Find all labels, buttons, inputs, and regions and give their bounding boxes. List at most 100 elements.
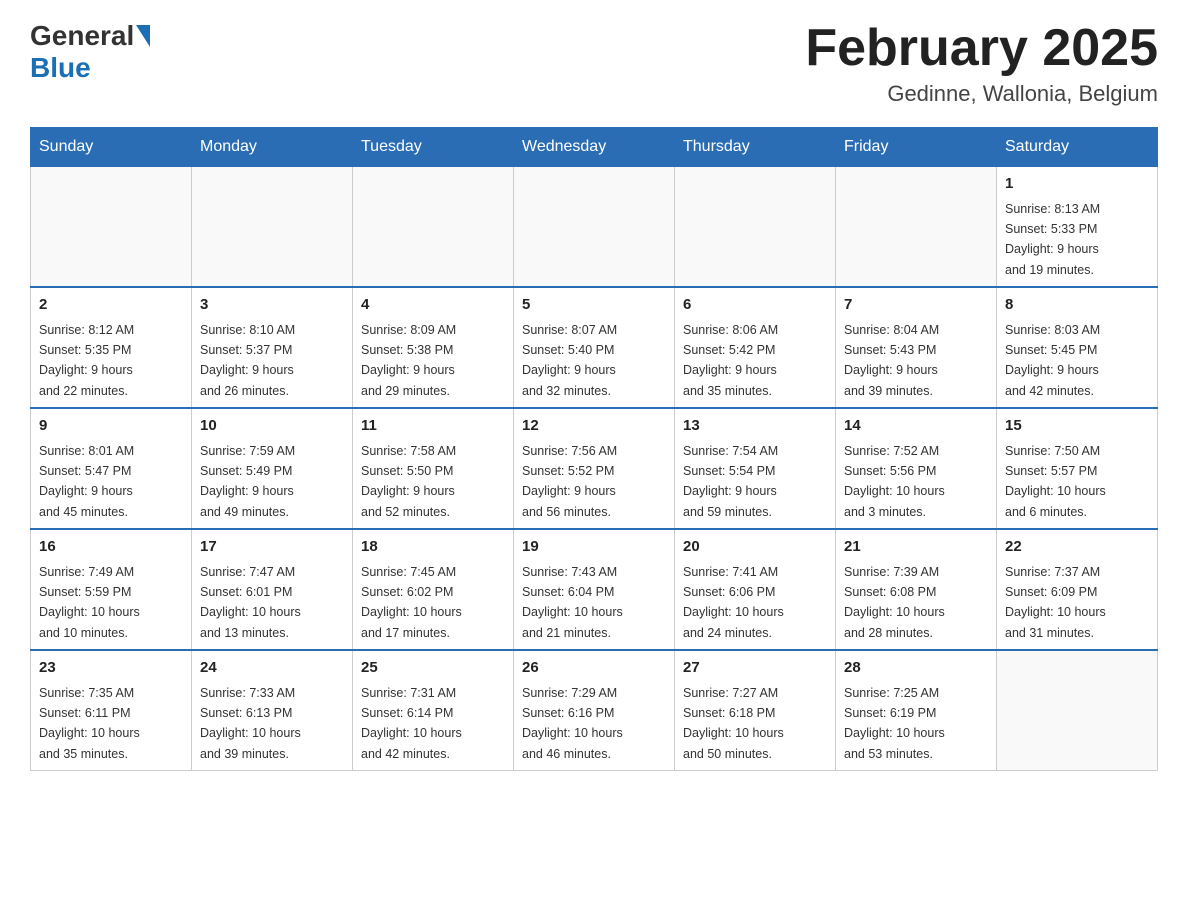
weekday-header-monday: Monday — [192, 128, 353, 167]
day-info: Sunrise: 7:31 AM Sunset: 6:14 PM Dayligh… — [361, 686, 462, 761]
week-row-5: 23 Sunrise: 7:35 AM Sunset: 6:11 PM Dayli… — [31, 650, 1158, 771]
weekday-header-wednesday: Wednesday — [514, 128, 675, 167]
day-info: Sunrise: 8:01 AM Sunset: 5:47 PM Dayligh… — [39, 444, 134, 519]
day-number: 27 — [683, 657, 827, 680]
day-info: Sunrise: 8:10 AM Sunset: 5:37 PM Dayligh… — [200, 323, 295, 398]
calendar-cell — [675, 167, 836, 288]
calendar-cell: 3 Sunrise: 8:10 AM Sunset: 5:37 PM Daylig… — [192, 287, 353, 408]
logo-blue-text: Blue — [30, 52, 91, 84]
week-row-4: 16 Sunrise: 7:49 AM Sunset: 5:59 PM Dayli… — [31, 529, 1158, 650]
day-info: Sunrise: 7:41 AM Sunset: 6:06 PM Dayligh… — [683, 565, 784, 640]
calendar-cell — [192, 167, 353, 288]
day-number: 21 — [844, 536, 988, 559]
calendar-cell: 22 Sunrise: 7:37 AM Sunset: 6:09 PM Dayli… — [997, 529, 1158, 650]
calendar-cell: 18 Sunrise: 7:45 AM Sunset: 6:02 PM Dayli… — [353, 529, 514, 650]
calendar-cell: 13Sunrise: 7:54 AM Sunset: 5:54 PM Dayli… — [675, 408, 836, 529]
calendar-cell — [514, 167, 675, 288]
calendar-cell: 4 Sunrise: 8:09 AM Sunset: 5:38 PM Daylig… — [353, 287, 514, 408]
day-number: 18 — [361, 536, 505, 559]
day-number: 17 — [200, 536, 344, 559]
calendar-cell: 23 Sunrise: 7:35 AM Sunset: 6:11 PM Dayli… — [31, 650, 192, 771]
logo-general-text: General — [30, 20, 134, 52]
calendar-cell — [836, 167, 997, 288]
calendar-table: SundayMondayTuesdayWednesdayThursdayFrid… — [30, 127, 1158, 771]
calendar-cell: 2 Sunrise: 8:12 AM Sunset: 5:35 PM Daylig… — [31, 287, 192, 408]
day-info: Sunrise: 8:06 AM Sunset: 5:42 PM Dayligh… — [683, 323, 778, 398]
calendar-cell: 26 Sunrise: 7:29 AM Sunset: 6:16 PM Dayli… — [514, 650, 675, 771]
calendar-cell — [997, 650, 1158, 771]
day-info: Sunrise: 7:37 AM Sunset: 6:09 PM Dayligh… — [1005, 565, 1106, 640]
calendar-cell: 15Sunrise: 7:50 AM Sunset: 5:57 PM Dayli… — [997, 408, 1158, 529]
calendar-cell: 19Sunrise: 7:43 AM Sunset: 6:04 PM Dayli… — [514, 529, 675, 650]
month-title: February 2025 — [805, 20, 1158, 77]
day-info: Sunrise: 8:12 AM Sunset: 5:35 PM Dayligh… — [39, 323, 134, 398]
day-info: Sunrise: 7:47 AM Sunset: 6:01 PM Dayligh… — [200, 565, 301, 640]
day-info: Sunrise: 7:50 AM Sunset: 5:57 PM Dayligh… — [1005, 444, 1106, 519]
calendar-cell — [31, 167, 192, 288]
calendar-cell: 27 Sunrise: 7:27 AM Sunset: 6:18 PM Dayli… — [675, 650, 836, 771]
logo: General Blue — [30, 20, 152, 84]
weekday-header-thursday: Thursday — [675, 128, 836, 167]
calendar-cell: 7Sunrise: 8:04 AM Sunset: 5:43 PM Daylig… — [836, 287, 997, 408]
day-number: 20 — [683, 536, 827, 559]
day-info: Sunrise: 8:03 AM Sunset: 5:45 PM Dayligh… — [1005, 323, 1100, 398]
day-number: 22 — [1005, 536, 1149, 559]
calendar-cell: 11 Sunrise: 7:58 AM Sunset: 5:50 PM Dayli… — [353, 408, 514, 529]
day-info: Sunrise: 8:09 AM Sunset: 5:38 PM Dayligh… — [361, 323, 456, 398]
week-row-3: 9Sunrise: 8:01 AM Sunset: 5:47 PM Daylig… — [31, 408, 1158, 529]
day-info: Sunrise: 7:27 AM Sunset: 6:18 PM Dayligh… — [683, 686, 784, 761]
day-number: 24 — [200, 657, 344, 680]
day-info: Sunrise: 8:07 AM Sunset: 5:40 PM Dayligh… — [522, 323, 617, 398]
weekday-header-sunday: Sunday — [31, 128, 192, 167]
logo-triangle-icon — [136, 25, 150, 47]
day-info: Sunrise: 7:56 AM Sunset: 5:52 PM Dayligh… — [522, 444, 617, 519]
day-number: 8 — [1005, 294, 1149, 317]
week-row-2: 2 Sunrise: 8:12 AM Sunset: 5:35 PM Daylig… — [31, 287, 1158, 408]
calendar-cell: 17 Sunrise: 7:47 AM Sunset: 6:01 PM Dayli… — [192, 529, 353, 650]
day-number: 5 — [522, 294, 666, 317]
location-subtitle: Gedinne, Wallonia, Belgium — [805, 81, 1158, 107]
day-info: Sunrise: 8:04 AM Sunset: 5:43 PM Dayligh… — [844, 323, 939, 398]
weekday-header-tuesday: Tuesday — [353, 128, 514, 167]
day-info: Sunrise: 7:58 AM Sunset: 5:50 PM Dayligh… — [361, 444, 456, 519]
day-number: 28 — [844, 657, 988, 680]
day-number: 1 — [1005, 173, 1149, 196]
day-number: 14 — [844, 415, 988, 438]
weekday-header-saturday: Saturday — [997, 128, 1158, 167]
day-info: Sunrise: 7:33 AM Sunset: 6:13 PM Dayligh… — [200, 686, 301, 761]
calendar-cell: 10 Sunrise: 7:59 AM Sunset: 5:49 PM Dayli… — [192, 408, 353, 529]
calendar-cell: 21 Sunrise: 7:39 AM Sunset: 6:08 PM Dayli… — [836, 529, 997, 650]
calendar-cell: 12 Sunrise: 7:56 AM Sunset: 5:52 PM Dayli… — [514, 408, 675, 529]
day-number: 16 — [39, 536, 183, 559]
day-info: Sunrise: 7:39 AM Sunset: 6:08 PM Dayligh… — [844, 565, 945, 640]
page-header: General Blue February 2025 Gedinne, Wall… — [30, 20, 1158, 107]
day-number: 19 — [522, 536, 666, 559]
day-info: Sunrise: 7:49 AM Sunset: 5:59 PM Dayligh… — [39, 565, 140, 640]
day-info: Sunrise: 7:52 AM Sunset: 5:56 PM Dayligh… — [844, 444, 945, 519]
day-number: 3 — [200, 294, 344, 317]
calendar-cell: 5 Sunrise: 8:07 AM Sunset: 5:40 PM Daylig… — [514, 287, 675, 408]
calendar-cell: 25 Sunrise: 7:31 AM Sunset: 6:14 PM Dayli… — [353, 650, 514, 771]
day-info: Sunrise: 7:29 AM Sunset: 6:16 PM Dayligh… — [522, 686, 623, 761]
day-number: 23 — [39, 657, 183, 680]
day-info: Sunrise: 7:25 AM Sunset: 6:19 PM Dayligh… — [844, 686, 945, 761]
day-number: 2 — [39, 294, 183, 317]
day-number: 13 — [683, 415, 827, 438]
calendar-cell: 9Sunrise: 8:01 AM Sunset: 5:47 PM Daylig… — [31, 408, 192, 529]
calendar-cell: 14 Sunrise: 7:52 AM Sunset: 5:56 PM Dayli… — [836, 408, 997, 529]
day-info: Sunrise: 7:45 AM Sunset: 6:02 PM Dayligh… — [361, 565, 462, 640]
day-info: Sunrise: 8:13 AM Sunset: 5:33 PM Dayligh… — [1005, 202, 1100, 277]
title-section: February 2025 Gedinne, Wallonia, Belgium — [805, 20, 1158, 107]
day-number: 26 — [522, 657, 666, 680]
week-row-1: 1 Sunrise: 8:13 AM Sunset: 5:33 PM Daylig… — [31, 167, 1158, 288]
calendar-cell: 16 Sunrise: 7:49 AM Sunset: 5:59 PM Dayli… — [31, 529, 192, 650]
day-number: 10 — [200, 415, 344, 438]
day-info: Sunrise: 7:59 AM Sunset: 5:49 PM Dayligh… — [200, 444, 295, 519]
day-number: 25 — [361, 657, 505, 680]
day-number: 11 — [361, 415, 505, 438]
calendar-cell: 28 Sunrise: 7:25 AM Sunset: 6:19 PM Dayli… — [836, 650, 997, 771]
day-number: 6 — [683, 294, 827, 317]
day-number: 4 — [361, 294, 505, 317]
day-info: Sunrise: 7:35 AM Sunset: 6:11 PM Dayligh… — [39, 686, 140, 761]
day-number: 12 — [522, 415, 666, 438]
